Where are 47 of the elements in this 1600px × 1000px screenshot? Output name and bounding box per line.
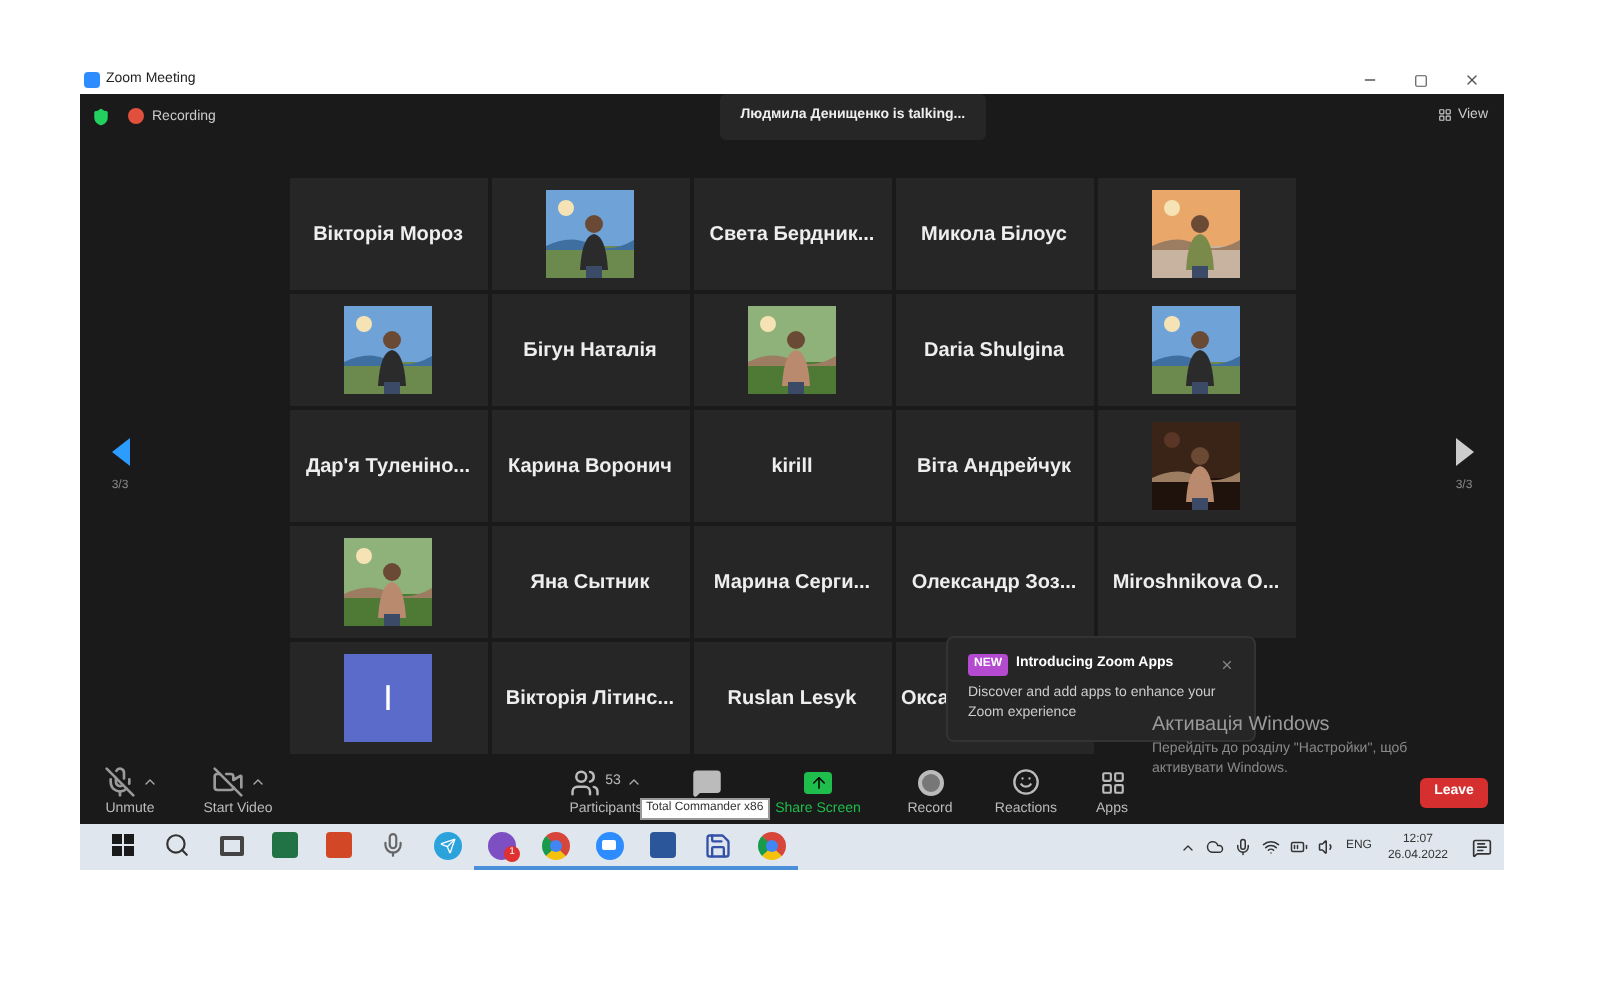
participant-name: Miroshnikova O... xyxy=(1112,569,1280,597)
wifi-icon[interactable] xyxy=(1261,838,1280,856)
chat-icon xyxy=(691,767,721,797)
participant-name: Вікторія Мороз xyxy=(313,221,463,249)
browser-icon[interactable] xyxy=(757,831,785,859)
close-icon[interactable] xyxy=(1220,658,1234,672)
participant-name: Марина Серги... xyxy=(713,569,871,597)
participant-name: Дар'я Туленіно... xyxy=(305,453,471,481)
task-view-icon[interactable] xyxy=(219,835,243,855)
participant-name: Ruslan Lesyk xyxy=(727,685,857,713)
notifications-icon[interactable] xyxy=(1472,837,1492,857)
participant-name: Вікторія Літинс... xyxy=(505,685,675,713)
close-icon[interactable] xyxy=(1464,72,1480,88)
participant-name: Daria Shulgina xyxy=(923,337,1064,365)
participant-name: kirill xyxy=(771,453,813,481)
reactions-icon xyxy=(1012,768,1040,796)
microphone-icon[interactable] xyxy=(380,832,406,858)
microphone-icon[interactable] xyxy=(1233,838,1252,856)
caret-icon[interactable] xyxy=(626,774,643,790)
search-icon[interactable] xyxy=(164,832,190,858)
cloud-icon[interactable] xyxy=(1205,838,1224,856)
shield-check-icon xyxy=(92,108,110,126)
participant-name: Віта Андрейчук xyxy=(916,453,1072,481)
maximize-icon[interactable] xyxy=(1414,73,1428,87)
participant-name: Света Бердник... xyxy=(709,221,875,249)
participant-name: Карина Воронич xyxy=(508,453,672,481)
record-icon xyxy=(917,769,943,795)
video-camera-app-icon[interactable] xyxy=(595,831,623,859)
grid-icon[interactable] xyxy=(1437,108,1452,122)
participant-name: Бігун Наталія xyxy=(523,337,657,365)
caret-icon[interactable] xyxy=(141,774,157,790)
participant-name: Яна Сытник xyxy=(530,569,650,597)
participant-name: Олександр Зоз... xyxy=(911,569,1077,597)
apps-icon xyxy=(1099,769,1125,795)
battery-icon[interactable] xyxy=(1289,838,1308,856)
activation-title: Активація Windows xyxy=(1152,712,1332,740)
browser-icon[interactable] xyxy=(541,831,569,859)
initial-avatar: I xyxy=(344,654,432,742)
windows-start-icon[interactable] xyxy=(112,834,134,856)
previous-page-arrow-icon[interactable] xyxy=(111,437,129,465)
speaker-icon[interactable] xyxy=(1317,838,1336,856)
share-screen-icon xyxy=(804,771,832,793)
next-page-arrow-icon[interactable] xyxy=(1455,437,1473,465)
paper-plane-icon[interactable] xyxy=(433,831,461,859)
caret-icon[interactable] xyxy=(249,774,265,790)
participant-name: Микола Білоус xyxy=(921,221,1067,249)
participants-icon xyxy=(569,767,600,797)
